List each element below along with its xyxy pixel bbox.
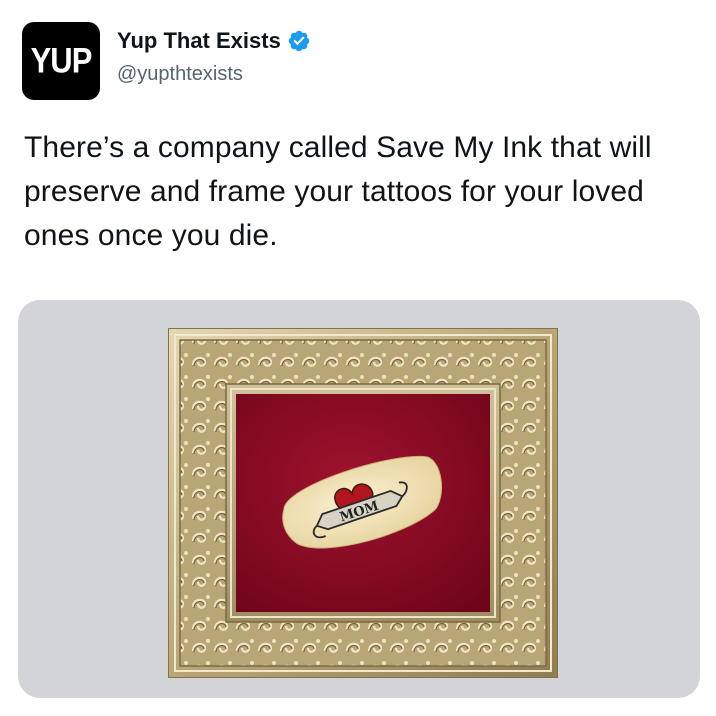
author-name-row[interactable]: Yup That Exists bbox=[117, 28, 311, 54]
avatar[interactable]: YUP bbox=[22, 22, 100, 100]
user-handle[interactable]: @yupthtexists bbox=[117, 63, 243, 86]
display-name[interactable]: Yup That Exists bbox=[117, 28, 281, 54]
verified-badge-icon bbox=[287, 29, 311, 53]
tweet-text: There’s a company called Save My Ink tha… bbox=[24, 131, 652, 252]
tweet-media-image[interactable]: MOM bbox=[18, 300, 700, 698]
framed-tattoo-illustration: MOM bbox=[168, 328, 558, 678]
avatar-logo-text: YUP bbox=[30, 40, 93, 81]
